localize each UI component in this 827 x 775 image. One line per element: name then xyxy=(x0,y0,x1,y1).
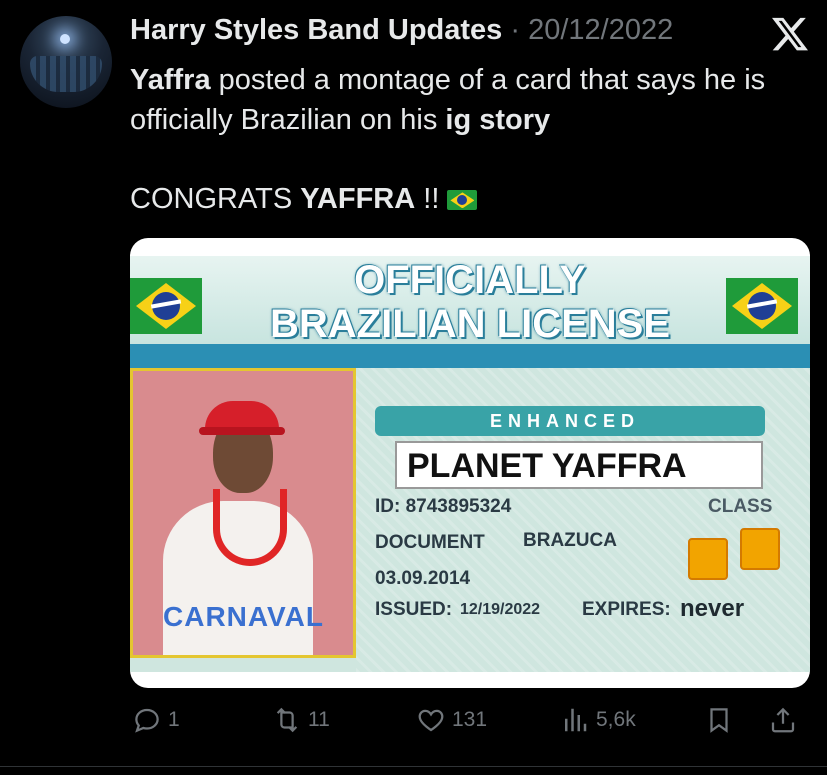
stage-light xyxy=(60,34,70,44)
views-icon xyxy=(565,708,587,732)
license-name: PLANET YAFFRA xyxy=(407,447,687,485)
document-label: DOCUMENT xyxy=(375,532,485,553)
bookmark-button[interactable] xyxy=(704,700,734,740)
enhanced-banner: ENHANCED xyxy=(375,406,765,436)
repost-count: 11 xyxy=(308,708,330,731)
flower-lei xyxy=(213,489,287,566)
header-stripe xyxy=(130,344,810,368)
x-logo-icon[interactable] xyxy=(770,14,810,54)
issued-label: ISSUED: xyxy=(375,599,453,620)
post-text: Yaffra posted a montage of a card that s… xyxy=(130,60,810,140)
share-button[interactable] xyxy=(768,700,798,740)
views-button[interactable]: 5,6k xyxy=(560,700,636,740)
post-text-ig-story: ig story xyxy=(445,104,551,136)
brazil-flag-left-icon xyxy=(130,278,202,334)
license-photo: CARNAVAL xyxy=(130,368,356,658)
license-title: OFFICIALLY BRAZILIAN LICENSE xyxy=(220,258,720,346)
drum-left-icon xyxy=(688,538,728,580)
license-dob: 03.09.2014 xyxy=(375,568,471,589)
mention-yaffra: Yaffra xyxy=(130,64,211,96)
reply-icon xyxy=(135,708,159,733)
like-count: 131 xyxy=(452,708,488,731)
license-name-box: PLANET YAFFRA xyxy=(395,441,763,489)
views-count: 5,6k xyxy=(596,708,636,731)
license-title-line2: BRAZILIAN LICENSE xyxy=(270,302,670,346)
action-bar: 1 11 131 5,6k xyxy=(130,700,810,740)
brazil-flag-emoji-icon xyxy=(447,190,478,211)
congrats-prefix: CONGRATS xyxy=(130,183,301,215)
expires-label: EXPIRES: xyxy=(582,599,671,620)
reply-button[interactable]: 1 xyxy=(132,700,180,740)
carnaval-text: CARNAVAL xyxy=(163,601,324,632)
header-separator: · xyxy=(510,14,521,46)
congrats-name: YAFFRA xyxy=(300,183,416,215)
repost-button[interactable]: 11 xyxy=(272,700,330,740)
post-header: Harry Styles Band Updates · 20/12/2022 xyxy=(130,14,673,47)
share-icon xyxy=(771,707,795,733)
reply-count: 1 xyxy=(168,708,180,731)
repost-icon xyxy=(276,707,298,733)
license-id: ID: 8743895324 xyxy=(375,496,512,517)
like-icon xyxy=(418,709,444,732)
post-date[interactable]: 20/12/2022 xyxy=(528,14,673,46)
band-group xyxy=(30,56,102,92)
avatar[interactable] xyxy=(20,16,112,108)
license-card: OFFICIALLY BRAZILIAN LICENSE CARNAVAL EN… xyxy=(130,256,810,672)
issued-value: 12/19/2022 xyxy=(460,601,541,618)
expires-value: never xyxy=(680,595,745,622)
document-value: BRAZUCA xyxy=(523,530,617,551)
congrats-suffix: !! xyxy=(415,183,448,215)
license-header: OFFICIALLY BRAZILIAN LICENSE xyxy=(130,256,810,368)
cap-brim xyxy=(199,427,285,435)
like-button[interactable]: 131 xyxy=(416,700,487,740)
drum-right-icon xyxy=(740,528,780,570)
bookmark-icon xyxy=(710,708,728,733)
license-title-line1: OFFICIALLY xyxy=(354,258,586,302)
brazil-flag-right-icon xyxy=(726,278,798,334)
license-class: CLASS xyxy=(708,496,773,517)
post-image[interactable]: OFFICIALLY BRAZILIAN LICENSE CARNAVAL EN… xyxy=(130,238,810,688)
author-name[interactable]: Harry Styles Band Updates xyxy=(130,14,502,46)
divider xyxy=(0,766,827,767)
post-text-line2: CONGRATS YAFFRA !! xyxy=(130,183,478,216)
